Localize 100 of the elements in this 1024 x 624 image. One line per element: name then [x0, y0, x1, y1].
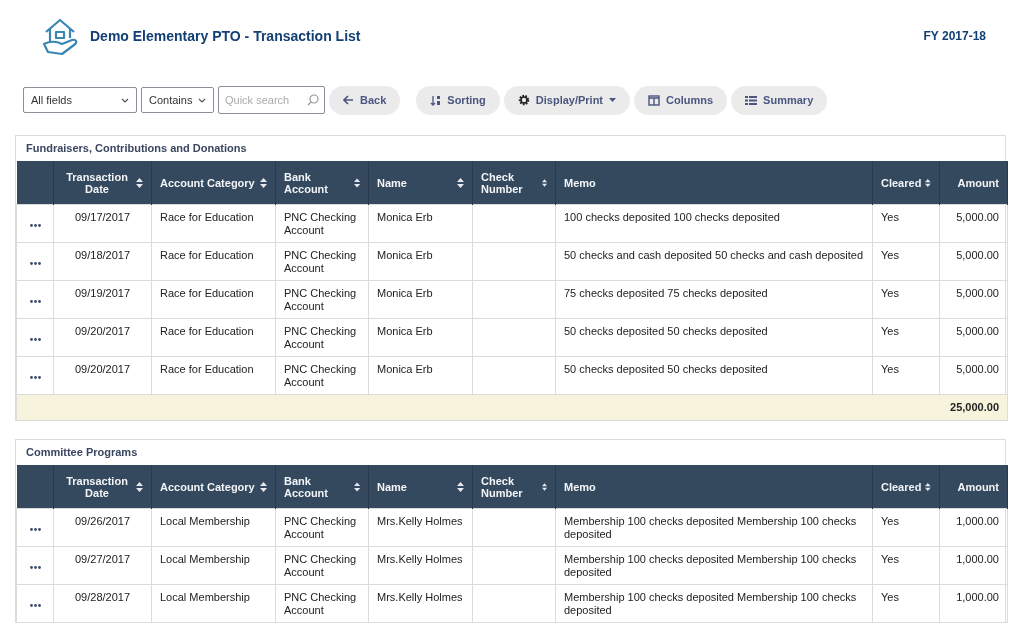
more-options-icon[interactable] [29, 262, 41, 265]
column-header[interactable]: Account Category [151, 161, 276, 205]
page-title: Demo Elementary PTO - Transaction List [90, 28, 361, 44]
more-options-icon[interactable] [29, 566, 41, 569]
table-cell: Yes [872, 204, 940, 243]
operator-select[interactable]: Contains [141, 87, 214, 113]
table-cell: 09/20/2017 [53, 356, 152, 395]
column-header[interactable]: Transaction Date [53, 465, 152, 509]
column-header[interactable]: Check Number [472, 161, 556, 205]
table-cell: 1,000.00 [939, 584, 1008, 623]
toolbar-button[interactable]: Back [329, 85, 401, 115]
sort-arrows-icon [260, 177, 267, 188]
search-icon [307, 94, 319, 106]
table-cell: Race for Education [151, 280, 276, 319]
table-cell: Monica Erb [368, 204, 473, 243]
column-header[interactable]: Memo [555, 161, 873, 205]
table-cell: PNC Checking Account [275, 584, 369, 623]
column-header[interactable]: Memo [555, 465, 873, 509]
table-cell: 50 checks deposited 50 checks deposited [555, 356, 873, 395]
more-options-icon[interactable] [29, 376, 41, 379]
column-header[interactable]: Account Category [151, 465, 276, 509]
toolbar-button[interactable]: Display/Print [503, 85, 631, 115]
table-cell: 5,000.00 [939, 242, 1008, 281]
table-cell: 09/26/2017 [53, 508, 152, 547]
sort-icon [430, 94, 442, 106]
column-header[interactable]: Bank Account [275, 161, 369, 205]
table-cell: 75 checks deposited 75 checks deposited [555, 280, 873, 319]
table-cell: Membership 100 checks deposited Membership 100 checks deposited [555, 508, 873, 547]
sort-arrows-icon [457, 481, 464, 492]
table-cell: Yes [872, 280, 940, 319]
table-cell: 50 checks deposited 50 checks deposited [555, 318, 873, 357]
table-cell: Monica Erb [368, 242, 473, 281]
table-cell: PNC Checking Account [275, 242, 369, 281]
column-header[interactable]: Cleared [872, 161, 940, 205]
table-cell: 5,000.00 [939, 204, 1008, 243]
arrow-left-icon [343, 95, 354, 105]
table-cell: Monica Erb [368, 318, 473, 357]
header-cell [16, 161, 54, 205]
table-cell: Monica Erb [368, 280, 473, 319]
section-title: Fundraisers, Contributions and Donations [25, 141, 248, 156]
table-cell: Local Membership [151, 508, 276, 547]
more-options-icon[interactable] [29, 300, 41, 303]
more-options-icon[interactable] [29, 224, 41, 227]
sort-arrows-icon [136, 481, 143, 492]
section-total: 25,000.00 [16, 394, 1008, 421]
table-cell: Yes [872, 508, 940, 547]
table-cell: 1,000.00 [939, 508, 1008, 547]
table-cell: 5,000.00 [939, 280, 1008, 319]
sort-arrows-icon [353, 481, 360, 492]
table-cell: 09/28/2017 [53, 584, 152, 623]
table-cell: 5,000.00 [939, 318, 1008, 357]
table-cell: Monica Erb [368, 356, 473, 395]
sort-arrows-icon [136, 177, 143, 188]
field-select[interactable]: All fields [23, 87, 137, 113]
column-header[interactable]: Amount [939, 161, 1008, 205]
table-cell: Yes [872, 356, 940, 395]
column-header[interactable]: Check Number [472, 465, 556, 509]
sort-arrows-icon [541, 177, 547, 188]
header-cell [16, 465, 54, 509]
table-cell: PNC Checking Account [275, 280, 369, 319]
column-header[interactable]: Bank Account [275, 465, 369, 509]
sort-arrows-icon [925, 177, 931, 188]
table-cell: 09/27/2017 [53, 546, 152, 585]
table-cell: Membership 100 checks deposited Membership 100 checks deposited [555, 584, 873, 623]
table-cell: 5,000.00 [939, 356, 1008, 395]
table-cell: 1,000.00 [939, 546, 1008, 585]
column-header[interactable]: Name [368, 465, 473, 509]
table-cell: Membership 100 checks deposited Membership 100 checks deposited [555, 546, 873, 585]
list-icon [745, 94, 758, 106]
toolbar-button[interactable]: Sorting [416, 85, 500, 115]
table-cell: Yes [872, 242, 940, 281]
table-cell: Race for Education [151, 356, 276, 395]
sort-arrows-icon [260, 481, 267, 492]
chevron-down-icon [198, 97, 206, 103]
more-options-icon[interactable] [29, 338, 41, 341]
search-field[interactable]: Quick search [218, 86, 325, 114]
toolbar-button[interactable]: Summary [731, 85, 828, 115]
column-header[interactable]: Cleared [872, 465, 940, 509]
table-cell: Yes [872, 584, 940, 623]
table-cell: 50 checks and cash deposited 50 checks and cash deposited [555, 242, 873, 281]
columns-icon [648, 94, 661, 106]
sort-arrows-icon [541, 481, 547, 492]
fiscal-year: FY 2017-18 [923, 29, 986, 43]
table-cell: Race for Education [151, 242, 276, 281]
column-header[interactable]: Transaction Date [53, 161, 152, 205]
table-cell: 09/19/2017 [53, 280, 152, 319]
column-header[interactable]: Name [368, 161, 473, 205]
more-options-icon[interactable] [29, 528, 41, 531]
table-cell: 100 checks deposited 100 checks deposited [555, 204, 873, 243]
table-cell: 09/20/2017 [53, 318, 152, 357]
column-header[interactable]: Amount [939, 465, 1008, 509]
sort-arrows-icon [353, 177, 360, 188]
table-cell: 09/18/2017 [53, 242, 152, 281]
toolbar-button[interactable]: Columns [634, 85, 728, 115]
caret-icon [609, 98, 617, 102]
more-options-icon[interactable] [29, 604, 41, 607]
table-cell: Mrs.Kelly Holmes [368, 584, 473, 623]
gear-icon [517, 94, 530, 106]
sort-arrows-icon [457, 177, 464, 188]
table-cell: Mrs.Kelly Holmes [368, 546, 473, 585]
